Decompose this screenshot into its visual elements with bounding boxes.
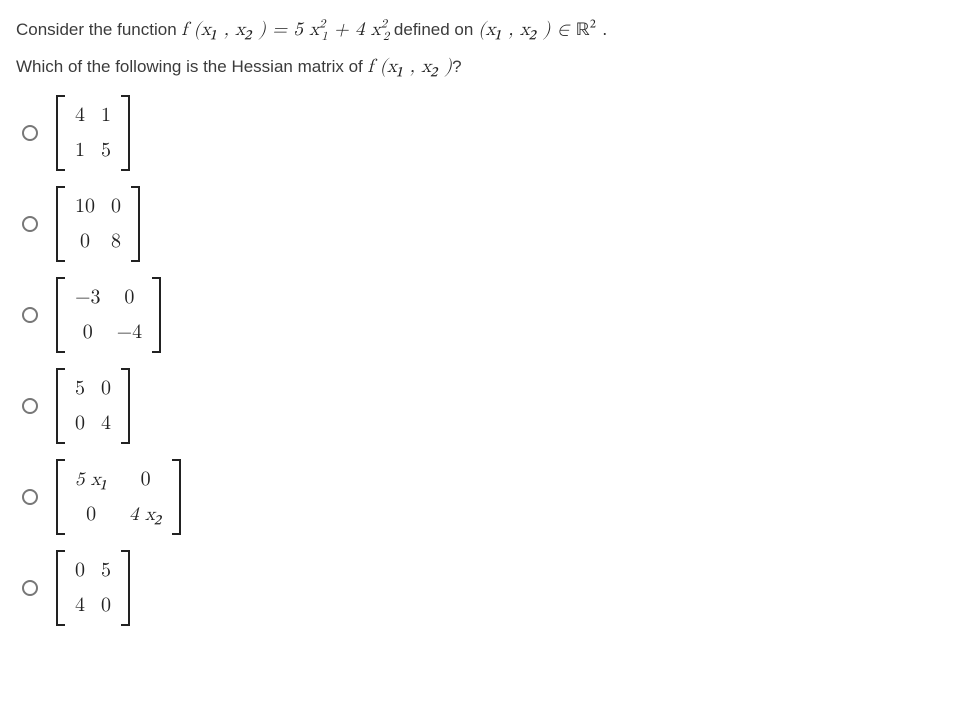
question-fn-expr-mid: + 4 [328,20,371,39]
matrix-cell: 5 [75,374,85,403]
question-line2-post: ? [452,57,461,76]
radio-icon[interactable] [22,489,38,505]
left-bracket-icon [56,277,65,353]
matrix-cell: −3 [75,283,101,312]
matrix-cell: 4 [101,409,111,438]
right-bracket-icon [121,368,130,444]
right-bracket-icon [121,550,130,626]
question-line1-text: Consider the function [16,20,181,39]
radio-icon[interactable] [22,307,38,323]
option-3-matrix: −3 0 0 −4 [56,277,161,353]
option-3[interactable]: −3 0 0 −4 [22,277,948,353]
question-line2-pre: Which of the following is the Hessian ma… [16,57,367,76]
right-bracket-icon [152,277,161,353]
radio-icon[interactable] [22,398,38,414]
option-6[interactable]: 0 5 4 0 [22,550,948,626]
matrix-cell: 0 [75,556,85,585]
option-1-matrix: 4 1 1 5 [56,95,130,171]
options-group: 4 1 1 5 10 0 0 8 −3 0 [16,95,948,626]
left-bracket-icon [56,186,65,262]
matrix-cell: 8 [111,227,121,256]
radio-icon[interactable] [22,216,38,232]
option-5[interactable]: 5 x₁ 0 0 4 x₂ [22,459,948,535]
right-bracket-icon [131,186,140,262]
question-defined-on: defined on [394,20,478,39]
question-fn-call: f (x₁ , x₂ ) [367,57,452,76]
option-1[interactable]: 4 1 1 5 [22,95,948,171]
matrix-cell: 0 [83,318,93,347]
right-bracket-icon [121,95,130,171]
matrix-cell: 1 [75,136,85,165]
matrix-cell: 5 [101,136,111,165]
radio-icon[interactable] [22,125,38,141]
left-bracket-icon [56,95,65,171]
left-bracket-icon [56,550,65,626]
matrix-cell: 4 [75,101,85,130]
radio-icon[interactable] [22,580,38,596]
option-6-matrix: 0 5 4 0 [56,550,130,626]
matrix-cell: 0 [101,374,111,403]
question-domain-pair: (x₁ , x₂ ) ∈ [478,20,576,39]
matrix-cell: 0 [124,283,134,312]
option-2[interactable]: 10 0 0 8 [22,186,948,262]
matrix-cell: 0 [80,227,90,256]
question-real2: ℝ2 [576,21,596,40]
matrix-cell: 5 [101,556,111,585]
question-x2sq: x22 [371,20,389,39]
matrix-cell: 0 [75,409,85,438]
question-period: . [596,20,608,39]
matrix-cell: 4 x₂ [129,501,162,529]
matrix-cell: 1 [101,101,111,130]
matrix-cell: 0 [101,591,111,620]
matrix-cell: 5 x₁ [75,466,107,494]
option-5-matrix: 5 x₁ 0 0 4 x₂ [56,459,181,535]
matrix-cell: −4 [117,318,143,347]
left-bracket-icon [56,368,65,444]
question-fn-expr-left: f (x₁ , x₂ ) = 5 [181,20,309,39]
matrix-cell: 0 [111,192,121,221]
matrix-cell: 4 [75,591,85,620]
option-4-matrix: 5 0 0 4 [56,368,130,444]
matrix-cell: 0 [141,465,151,494]
question-x1sq: x21 [309,20,327,39]
matrix-cell: 10 [75,192,95,221]
right-bracket-icon [172,459,181,535]
option-4[interactable]: 5 0 0 4 [22,368,948,444]
left-bracket-icon [56,459,65,535]
option-2-matrix: 10 0 0 8 [56,186,140,262]
matrix-cell: 0 [86,500,96,529]
